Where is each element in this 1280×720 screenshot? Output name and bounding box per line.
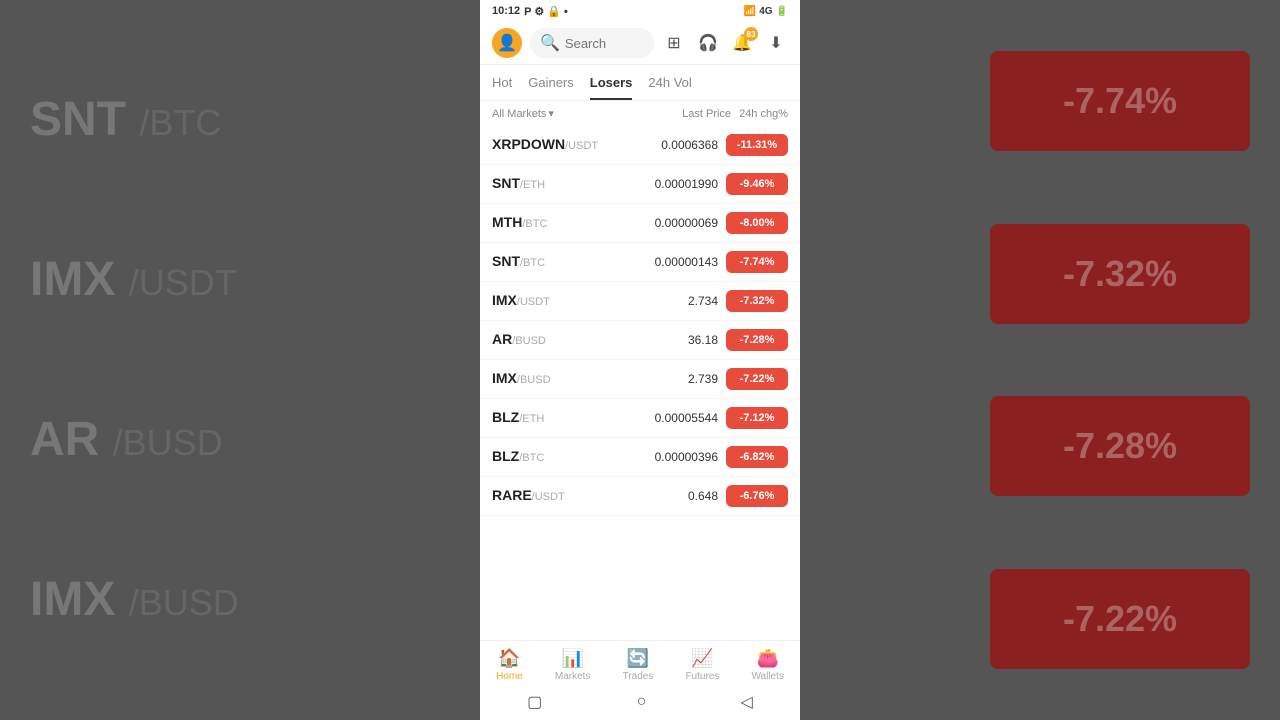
coin-name: BLZ/BTC [492, 448, 628, 466]
coin-price: 36.18 [628, 333, 718, 347]
nav-wallets[interactable]: 👛 Wallets [751, 647, 783, 682]
coin-price: 0.00005544 [628, 411, 718, 425]
status-time: 10:12 [492, 5, 520, 17]
coin-name: SNT/ETH [492, 175, 628, 193]
filter-row: All Markets ▾ Last Price 24h chg% [480, 101, 800, 126]
table-row[interactable]: BLZ/ETH 0.00005544 -7.12% [480, 399, 800, 438]
all-markets-filter[interactable]: All Markets ▾ [492, 107, 554, 120]
bg-badge-4: -7.22% [990, 569, 1250, 669]
status-bar: 10:12 P ⚙ 🔒 • 📶 4G 🔋 [480, 0, 800, 22]
android-circle-btn[interactable]: ○ [637, 693, 647, 711]
bg-text-2: IMX /USDT [30, 251, 237, 309]
coin-name: IMX/USDT [492, 292, 628, 310]
change-badge: -6.82% [726, 446, 788, 468]
home-icon: 🏠 [498, 647, 520, 669]
android-back-btn[interactable]: ◁ [741, 692, 753, 712]
coin-price: 0.0006368 [628, 138, 718, 152]
coin-price: 0.00000143 [628, 255, 718, 269]
background-left: SNT /BTC IMX /USDT AR /BUSD IMX /BUSD [0, 0, 480, 720]
table-row[interactable]: BLZ/BTC 0.00000396 -6.82% [480, 438, 800, 477]
coin-name: IMX/BUSD [492, 370, 628, 388]
last-price-header: Last Price [682, 108, 731, 120]
change-badge: -9.46% [726, 173, 788, 195]
table-row[interactable]: AR/BUSD 36.18 -7.28% [480, 321, 800, 360]
android-nav-bar: ▢ ○ ◁ [480, 686, 800, 720]
nav-futures[interactable]: 📈 Futures [685, 647, 719, 682]
table-row[interactable]: IMX/BUSD 2.739 -7.22% [480, 360, 800, 399]
status-left: 10:12 P ⚙ 🔒 • [492, 5, 568, 18]
tab-hot[interactable]: Hot [492, 71, 512, 100]
coin-price: 0.648 [628, 489, 718, 503]
change-badge: -8.00% [726, 212, 788, 234]
download-icon[interactable]: ⬇ [764, 31, 788, 55]
bg-text-1: SNT /BTC [30, 91, 221, 149]
table-row[interactable]: MTH/BTC 0.00000069 -8.00% [480, 204, 800, 243]
tab-gainers[interactable]: Gainers [528, 71, 574, 100]
sim-icon: 📶 [744, 6, 756, 17]
coin-name: MTH/BTC [492, 214, 628, 232]
bg-text-3: AR /BUSD [30, 411, 223, 469]
search-input[interactable] [565, 36, 644, 51]
bg-badge-1: -7.74% [990, 51, 1250, 151]
coin-price: 0.00001990 [628, 177, 718, 191]
market-list: XRPDOWN/USDT 0.0006368 -11.31% SNT/ETH 0… [480, 126, 800, 640]
table-row[interactable]: IMX/USDT 2.734 -7.32% [480, 282, 800, 321]
change-badge: -11.31% [726, 134, 788, 156]
change-badge: -7.32% [726, 290, 788, 312]
background-right: -7.74% -7.32% -7.28% -7.22% [960, 0, 1280, 720]
phone-screen: 10:12 P ⚙ 🔒 • 📶 4G 🔋 👤 🔍 ⊞ 🎧 🔔 83 ⬇ Hot … [480, 0, 800, 720]
search-bar-container[interactable]: 🔍 [530, 28, 654, 58]
chevron-down-icon: ▾ [548, 107, 554, 120]
markets-icon: 📊 [562, 647, 584, 669]
tab-losers[interactable]: Losers [590, 71, 633, 100]
qr-icon[interactable]: ⊞ [662, 31, 686, 55]
coin-price: 2.739 [628, 372, 718, 386]
change-badge: -6.76% [726, 485, 788, 507]
top-icons: ⊞ 🎧 🔔 83 ⬇ [662, 31, 788, 55]
coin-price: 0.00000069 [628, 216, 718, 230]
battery-icon: 🔋 [776, 6, 788, 17]
nav-trades[interactable]: 🔄 Trades [623, 647, 654, 682]
notification-icon[interactable]: 🔔 83 [730, 31, 754, 55]
column-headers: Last Price 24h chg% [682, 108, 788, 120]
coin-price: 2.734 [628, 294, 718, 308]
search-icon: 🔍 [540, 33, 560, 53]
bottom-nav: 🏠 Home 📊 Markets 🔄 Trades 📈 Futures 👛 Wa… [480, 640, 800, 686]
status-icons: P ⚙ 🔒 • [524, 5, 568, 18]
top-bar: 👤 🔍 ⊞ 🎧 🔔 83 ⬇ [480, 22, 800, 65]
coin-name: XRPDOWN/USDT [492, 136, 628, 154]
nav-home[interactable]: 🏠 Home [496, 647, 523, 682]
headset-icon[interactable]: 🎧 [696, 31, 720, 55]
user-avatar[interactable]: 👤 [492, 28, 522, 58]
notification-badge: 83 [744, 27, 758, 41]
table-row[interactable]: XRPDOWN/USDT 0.0006368 -11.31% [480, 126, 800, 165]
table-row[interactable]: RARE/USDT 0.648 -6.76% [480, 477, 800, 516]
bg-badge-3: -7.28% [990, 396, 1250, 496]
change-badge: -7.28% [726, 329, 788, 351]
coin-name: RARE/USDT [492, 487, 628, 505]
change-badge: -7.12% [726, 407, 788, 429]
coin-name: AR/BUSD [492, 331, 628, 349]
table-row[interactable]: SNT/BTC 0.00000143 -7.74% [480, 243, 800, 282]
wallets-icon: 👛 [757, 647, 779, 669]
status-right: 📶 4G 🔋 [744, 6, 788, 17]
android-square-btn[interactable]: ▢ [527, 692, 542, 712]
coin-price: 0.00000396 [628, 450, 718, 464]
tab-24vol[interactable]: 24h Vol [648, 71, 691, 100]
futures-icon: 📈 [691, 647, 713, 669]
nav-markets[interactable]: 📊 Markets [555, 647, 591, 682]
24h-chg-header: 24h chg% [739, 108, 788, 120]
trades-icon: 🔄 [627, 647, 649, 669]
change-badge: -7.74% [726, 251, 788, 273]
market-tabs: Hot Gainers Losers 24h Vol [480, 65, 800, 101]
network-text: 4G [759, 6, 772, 17]
change-badge: -7.22% [726, 368, 788, 390]
coin-name: BLZ/ETH [492, 409, 628, 427]
coin-name: SNT/BTC [492, 253, 628, 271]
bg-badge-2: -7.32% [990, 224, 1250, 324]
table-row[interactable]: SNT/ETH 0.00001990 -9.46% [480, 165, 800, 204]
bg-text-4: IMX /BUSD [30, 571, 239, 629]
